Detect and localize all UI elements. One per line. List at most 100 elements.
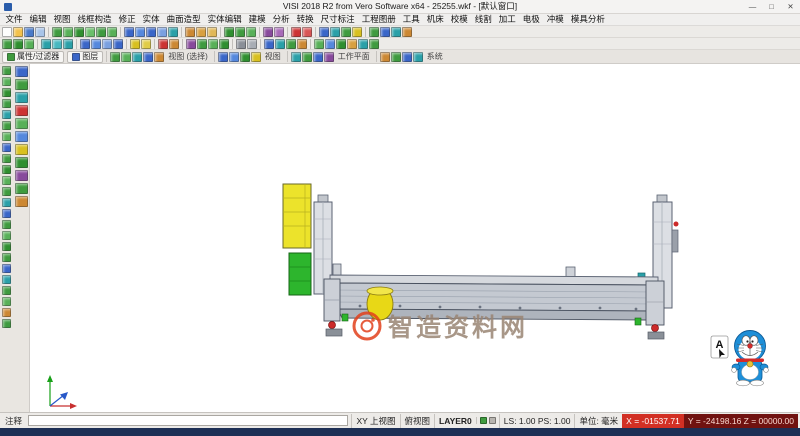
toolbar-icon[interactable] (197, 39, 207, 49)
toolbar-icon[interactable] (63, 39, 73, 49)
green-block[interactable] (289, 253, 311, 295)
toolbar-icon[interactable] (313, 52, 323, 62)
toolbar-icon[interactable] (186, 39, 196, 49)
menu-item[interactable]: 实体 (139, 14, 163, 25)
toolbar-icon[interactable] (319, 27, 329, 37)
toolbar-icon[interactable] (130, 39, 140, 49)
toolbar-icon[interactable] (15, 79, 28, 90)
toolbar-icon[interactable] (402, 27, 412, 37)
toolbar-icon[interactable] (169, 39, 179, 49)
annotation-marker[interactable]: A (711, 336, 728, 358)
toolbar-icon[interactable] (2, 297, 11, 306)
panel-tab[interactable]: 属性/过滤器 (2, 51, 64, 63)
toolbar-icon[interactable] (13, 27, 23, 37)
windows-taskbar[interactable] (0, 428, 800, 436)
toolbar-icon[interactable] (413, 52, 423, 62)
toolbar-icon[interactable] (52, 27, 62, 37)
menu-item[interactable]: 实体编辑 (204, 14, 245, 25)
toolbar-icon[interactable] (336, 39, 346, 49)
toolbar-icon[interactable] (314, 39, 324, 49)
toolbar-icon[interactable] (2, 198, 11, 207)
toolbar-icon[interactable] (15, 144, 28, 155)
toolbar-icon[interactable] (2, 99, 11, 108)
toolbar-icon[interactable] (2, 154, 11, 163)
toolbar-icon[interactable] (91, 39, 101, 49)
toolbar-icon[interactable] (2, 143, 11, 152)
toolbar-icon[interactable] (107, 27, 117, 37)
toolbar-icon[interactable] (2, 27, 12, 37)
toolbar-icon[interactable] (13, 39, 23, 49)
menu-item[interactable]: 电极 (519, 14, 543, 25)
toolbar-icon[interactable] (263, 27, 273, 37)
toolbar-icon[interactable] (236, 39, 246, 49)
menu-item[interactable]: 校模 (447, 14, 471, 25)
toolbar-icon[interactable] (2, 176, 11, 185)
toolbar-icon[interactable] (2, 132, 11, 141)
toolbar-icon[interactable] (275, 39, 285, 49)
toolbar-icon[interactable] (302, 27, 312, 37)
menu-item[interactable]: 加工 (495, 14, 519, 25)
toolbar-icon[interactable] (218, 52, 228, 62)
toolbar-icon[interactable] (196, 27, 206, 37)
toolbar-icon[interactable] (15, 170, 28, 181)
toolbar-icon[interactable] (2, 77, 11, 86)
toolbar-icon[interactable] (146, 27, 156, 37)
menu-item[interactable]: 线框构造 (74, 14, 115, 25)
toolbar-icon[interactable] (240, 52, 250, 62)
toolbar-icon[interactable] (297, 39, 307, 49)
toolbar-icon[interactable] (2, 187, 11, 196)
toolbar-icon[interactable] (2, 66, 11, 75)
menu-item[interactable]: 线割 (471, 14, 495, 25)
toolbar-icon[interactable] (2, 319, 11, 328)
toolbar-icon[interactable] (157, 27, 167, 37)
toolbar-icon[interactable] (224, 27, 234, 37)
toolbar-icon[interactable] (2, 209, 11, 218)
toolbar-icon[interactable] (15, 131, 28, 142)
menu-item[interactable]: 修正 (115, 14, 139, 25)
toolbar-icon[interactable] (208, 39, 218, 49)
status-units[interactable]: 单位: 毫米 (574, 414, 622, 428)
menu-item[interactable]: 尺寸标注 (317, 14, 358, 25)
toolbar-icon[interactable] (143, 52, 153, 62)
toolbar-icon[interactable] (341, 27, 351, 37)
toolbar-icon[interactable] (124, 27, 134, 37)
toolbar-icon[interactable] (74, 27, 84, 37)
toolbar-icon[interactable] (489, 417, 496, 424)
menu-item[interactable]: 模具分析 (567, 14, 608, 25)
status-view-name[interactable]: 俯视图 (400, 414, 435, 428)
toolbar-icon[interactable] (380, 52, 390, 62)
toolbar-icon[interactable] (80, 39, 90, 49)
menu-item[interactable]: 冲模 (543, 14, 567, 25)
toolbar-icon[interactable] (352, 27, 362, 37)
toolbar-icon[interactable] (24, 27, 34, 37)
toolbar-icon[interactable] (369, 39, 379, 49)
menu-item[interactable]: 工程图册 (358, 14, 399, 25)
toolbar-icon[interactable] (15, 157, 28, 168)
toolbar-icon[interactable] (2, 121, 11, 130)
toolbar-icon[interactable] (347, 39, 357, 49)
toolbar-icon[interactable] (113, 39, 123, 49)
status-view-plane[interactable]: XY 上视图 (351, 414, 399, 428)
menu-item[interactable]: 转换 (293, 14, 317, 25)
toolbar-icon[interactable] (135, 27, 145, 37)
toolbar-icon[interactable] (480, 417, 487, 424)
toolbar-icon[interactable] (121, 52, 131, 62)
toolbar-icon[interactable] (132, 52, 142, 62)
toolbar-icon[interactable] (15, 92, 28, 103)
toolbar-icon[interactable] (274, 27, 284, 37)
toolbar-icon[interactable] (235, 27, 245, 37)
toolbar-icon[interactable] (264, 39, 274, 49)
menu-item[interactable]: 视图 (50, 14, 74, 25)
toolbar-icon[interactable] (251, 52, 261, 62)
toolbar-icon[interactable] (2, 110, 11, 119)
toolbar-icon[interactable] (2, 275, 11, 284)
toolbar-icon[interactable] (15, 183, 28, 194)
toolbar-icon[interactable] (2, 286, 11, 295)
maximize-button[interactable]: □ (762, 0, 781, 13)
menu-item[interactable]: 建模 (245, 14, 269, 25)
toolbar-icon[interactable] (52, 39, 62, 49)
toolbar-icon[interactable] (291, 52, 301, 62)
yellow-block[interactable] (283, 184, 311, 248)
toolbar-icon[interactable] (15, 66, 28, 77)
toolbar-icon[interactable] (141, 39, 151, 49)
